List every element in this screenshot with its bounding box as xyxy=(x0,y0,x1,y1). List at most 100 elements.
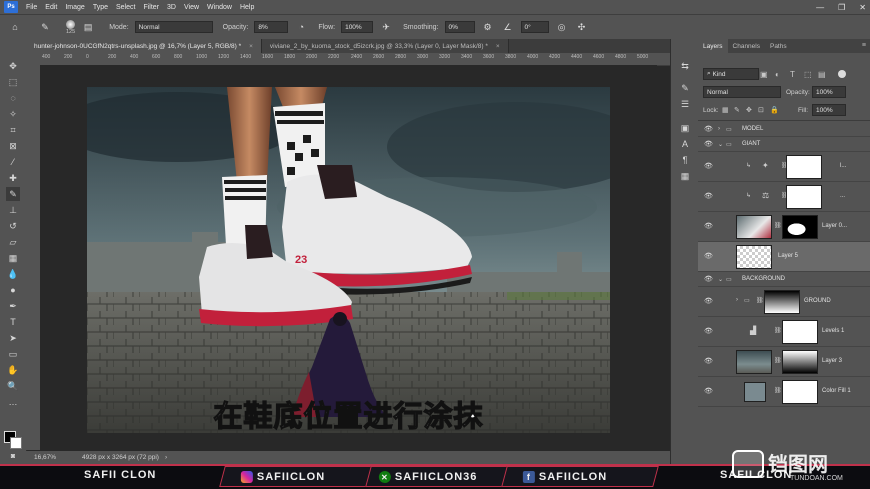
filter-shape-icon[interactable]: ⬚ xyxy=(804,70,812,79)
tab-layers[interactable]: Layers xyxy=(698,39,728,53)
layer-opacity-field[interactable]: 100% xyxy=(812,86,846,98)
minimize-button[interactable]: — xyxy=(816,3,824,12)
eyedropper-tool-icon[interactable]: ⁄ xyxy=(6,155,20,169)
smoothing-gear-icon[interactable]: ⚙ xyxy=(481,20,495,34)
fill-field[interactable]: 100% xyxy=(812,104,846,116)
menu-3d[interactable]: 3D xyxy=(163,4,180,11)
smoothing-field[interactable]: 0% xyxy=(444,21,475,33)
menu-filter[interactable]: Filter xyxy=(139,4,163,11)
lasso-tool-icon[interactable]: ◌ xyxy=(6,91,20,105)
menu-file[interactable]: File xyxy=(22,4,41,11)
layer-row-levels-1[interactable]: 👁 ▟ ⛓ Levels 1 xyxy=(698,317,870,347)
visibility-eye-icon[interactable]: 👁 xyxy=(704,252,713,260)
tab-viviane[interactable]: viviane_2_by_kuoma_stock_d5izcrk.jpg @ 3… xyxy=(261,39,509,53)
brush-tool-icon[interactable]: ✎ xyxy=(6,187,20,201)
visibility-eye-icon[interactable]: 👁 xyxy=(704,297,713,305)
document-canvas[interactable]: 23 在鞋底位置进行涂抹 xyxy=(87,87,610,433)
filter-pixel-icon[interactable]: ▣ xyxy=(760,70,768,79)
layer-filter-select[interactable]: ⌕ Kind xyxy=(703,68,759,80)
menu-select[interactable]: Select xyxy=(112,4,139,11)
layer-row-giant[interactable]: 👁 ⌄ ▭ GIANT xyxy=(698,137,870,152)
brush-settings-icon[interactable]: ▤ xyxy=(81,20,95,34)
visibility-eye-icon[interactable]: 👁 xyxy=(704,222,713,230)
menu-image[interactable]: Image xyxy=(61,4,88,11)
quick-select-tool-icon[interactable]: ✧ xyxy=(6,107,20,121)
brush-panel-icon[interactable]: ✎ xyxy=(678,81,692,95)
move-tool-icon[interactable]: ✥ xyxy=(6,59,20,73)
menu-type[interactable]: Type xyxy=(89,4,112,11)
layer-row-layer-3[interactable]: 👁 ⛓ Layer 3 xyxy=(698,347,870,377)
blur-tool-icon[interactable]: 💧 xyxy=(6,267,20,281)
eraser-tool-icon[interactable]: ▱ xyxy=(6,235,20,249)
gradient-tool-icon[interactable]: ▦ xyxy=(6,251,20,265)
close-tab-icon[interactable]: × xyxy=(249,43,253,50)
angle-field[interactable]: 0° xyxy=(520,21,549,33)
layer-row-adjustment-2[interactable]: 👁 ↳ ⚖ ⛓ ... xyxy=(698,182,870,212)
close-tab-icon[interactable]: × xyxy=(496,43,500,50)
lock-all-icon[interactable]: 🔒 xyxy=(770,106,779,114)
filter-toggle-icon[interactable] xyxy=(838,70,846,78)
menu-view[interactable]: View xyxy=(180,4,203,11)
edit-toolbar-icon[interactable]: … xyxy=(6,395,20,409)
layer-row-ground-group[interactable]: 👁 › ▭ ⛓ GROUND xyxy=(698,287,870,317)
type-tool-icon[interactable]: T xyxy=(6,315,20,329)
character-panel-icon[interactable]: A xyxy=(678,137,692,151)
brush-tool-icon[interactable]: ✎ xyxy=(38,20,52,34)
lock-transparency-icon[interactable]: ▦ xyxy=(722,106,729,114)
visibility-eye-icon[interactable]: 👁 xyxy=(704,275,713,283)
mode-select[interactable]: Normal xyxy=(134,21,213,33)
adjustments-panel-icon[interactable]: ☰ xyxy=(678,97,692,111)
clone-stamp-tool-icon[interactable]: ⊥ xyxy=(6,203,20,217)
layer-row-adjustment-1[interactable]: 👁 ↳ ✦ ⛓ l... xyxy=(698,152,870,182)
tab-hunter-johnson[interactable]: hunter-johnson-0UCGfN2qtrs-unsplash.jpg … xyxy=(26,39,262,53)
history-panel-icon[interactable]: ⇆ xyxy=(678,59,692,73)
expand-chevron-icon[interactable]: › xyxy=(718,126,720,132)
close-window-button[interactable]: ✕ xyxy=(859,3,866,12)
background-color-swatch[interactable] xyxy=(10,437,22,449)
symmetry-icon[interactable]: ✣ xyxy=(575,20,589,34)
flow-field[interactable]: 100% xyxy=(341,21,374,33)
quick-mask-icon[interactable]: ◙ xyxy=(6,449,20,463)
filter-adjustment-icon[interactable]: ◐ xyxy=(775,70,780,79)
expand-chevron-icon[interactable]: › xyxy=(736,297,738,303)
visibility-eye-icon[interactable]: 👁 xyxy=(704,162,713,170)
lock-position-icon[interactable]: ✥ xyxy=(746,106,752,114)
frame-tool-icon[interactable]: ⊠ xyxy=(6,139,20,153)
layer-row-layer-0[interactable]: 👁 ⛓ Layer 0... xyxy=(698,212,870,242)
visibility-eye-icon[interactable]: 👁 xyxy=(704,387,713,395)
menu-window[interactable]: Window xyxy=(203,4,236,11)
pressure-opacity-icon[interactable]: ◔ xyxy=(294,20,308,34)
status-arrow-icon[interactable]: › xyxy=(165,454,167,461)
path-select-tool-icon[interactable]: ➤ xyxy=(6,331,20,345)
swatches-panel-icon[interactable]: ▦ xyxy=(678,169,692,183)
pressure-size-icon[interactable]: ◎ xyxy=(555,20,569,34)
menu-edit[interactable]: Edit xyxy=(41,4,61,11)
visibility-eye-icon[interactable]: 👁 xyxy=(704,327,713,335)
filter-type-icon[interactable]: T xyxy=(790,70,795,79)
restore-button[interactable]: ❐ xyxy=(838,3,845,12)
lock-pixels-icon[interactable]: ✎ xyxy=(734,106,740,114)
collapse-chevron-icon[interactable]: ⌄ xyxy=(718,141,723,148)
zoom-level[interactable]: 16,67% xyxy=(34,454,70,461)
blend-mode-select[interactable]: Normal xyxy=(703,86,781,98)
hand-tool-icon[interactable]: ✋ xyxy=(6,363,20,377)
tab-paths[interactable]: Paths xyxy=(765,39,792,53)
dodge-tool-icon[interactable]: ● xyxy=(6,283,20,297)
healing-brush-tool-icon[interactable]: ✚ xyxy=(6,171,20,185)
panel-menu-icon[interactable]: ≡ xyxy=(862,39,870,53)
visibility-eye-icon[interactable]: 👁 xyxy=(704,140,713,148)
zoom-tool-icon[interactable]: 🔍 xyxy=(6,379,20,393)
paragraph-panel-icon[interactable]: ¶ xyxy=(678,153,692,167)
visibility-eye-icon[interactable]: 👁 xyxy=(704,125,713,133)
layer-row-model[interactable]: 👁 › ▭ MODEL xyxy=(698,122,870,137)
history-brush-tool-icon[interactable]: ↺ xyxy=(6,219,20,233)
brush-preset-picker[interactable]: 125 xyxy=(66,19,75,35)
layer-row-layer-5[interactable]: 👁 Layer 5 xyxy=(698,242,870,272)
visibility-eye-icon[interactable]: 👁 xyxy=(704,357,713,365)
filter-smart-object-icon[interactable]: ▤ xyxy=(818,70,826,79)
opacity-field[interactable]: 8% xyxy=(254,21,289,33)
pen-tool-icon[interactable]: ✒ xyxy=(6,299,20,313)
visibility-eye-icon[interactable]: 👁 xyxy=(704,192,713,200)
layer-row-background-group[interactable]: 👁 ⌄ ▭ BACKGROUND xyxy=(698,272,870,287)
marquee-tool-icon[interactable]: ⬚ xyxy=(6,75,20,89)
